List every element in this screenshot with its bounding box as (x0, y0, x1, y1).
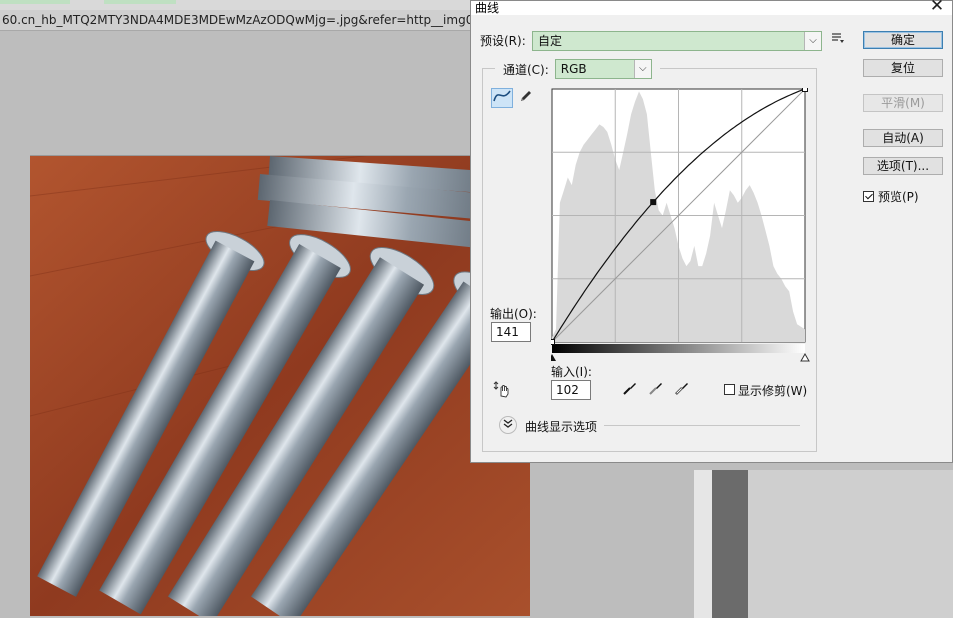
output-label: 输出(O): (490, 307, 537, 321)
options-divider (604, 425, 800, 426)
options-button[interactable]: 选项(T)... (863, 157, 943, 175)
auto-button[interactable]: 自动(A) (863, 129, 943, 147)
close-icon[interactable]: ✕ (926, 0, 948, 16)
curve-display-options-label[interactable]: 曲线显示选项 (525, 418, 597, 435)
gray-eyedropper-icon[interactable] (645, 380, 667, 400)
output-field[interactable]: 141 (491, 322, 531, 342)
preview-checkbox[interactable] (863, 191, 874, 202)
tab-strip-segment (0, 0, 70, 4)
preset-label: 预设(R): (480, 34, 526, 48)
hand-adjust-icon[interactable] (491, 379, 513, 399)
preview-label: 预览(P) (878, 190, 919, 204)
panel-divider (694, 470, 712, 618)
show-clipping-checkbox[interactable] (724, 384, 735, 395)
black-eyedropper-icon[interactable] (619, 380, 641, 400)
channel-label: 通道(C): (503, 62, 549, 77)
white-eyedropper-icon[interactable] (671, 380, 693, 400)
anchor-bolts-photo (30, 156, 530, 616)
channel-value: RGB (560, 62, 587, 76)
curve-point[interactable] (802, 86, 808, 92)
preset-select[interactable]: 自定 ⌵ (532, 31, 822, 51)
chevron-down-icon: ⌵ (804, 32, 821, 50)
curve-graph[interactable] (541, 86, 813, 373)
panel-scrollbar[interactable] (712, 470, 748, 618)
ok-button[interactable]: 确定 (863, 31, 943, 49)
preset-value: 自定 (538, 34, 563, 48)
curve-point-selected[interactable] (650, 199, 657, 206)
curve-tool-icon[interactable] (491, 88, 513, 108)
chevron-down-icon: ⌵ (633, 60, 651, 78)
tab-strip-segment (104, 0, 176, 4)
curves-dialog: 曲线 ✕ 预设(R): 自定 ⌵ 确定 复位 平滑(M) 自动(A) 选项(T)… (470, 0, 953, 463)
document-canvas-image (30, 155, 530, 616)
channel-row: 通道(C): RGB ⌵ (495, 59, 660, 79)
document-tab-title[interactable]: 60.cn_hb_MTQ2MTY3NDA4MDE3MDEwMzAzODQwMjg… (2, 13, 514, 27)
dialog-title: 曲线 (475, 1, 500, 15)
pencil-icon[interactable] (515, 88, 537, 108)
channel-select[interactable]: RGB ⌵ (554, 59, 652, 79)
panel-area (748, 470, 953, 618)
chevron-double-down-icon[interactable] (499, 416, 517, 434)
white-point-slider[interactable] (800, 352, 810, 362)
dialog-titlebar[interactable]: 曲线 ✕ (471, 0, 952, 16)
input-label: 输入(I): (551, 365, 592, 379)
input-field[interactable]: 102 (551, 380, 591, 400)
tab-strip (0, 0, 520, 10)
preset-menu-icon[interactable] (827, 31, 849, 51)
input-gradient-bar (552, 344, 805, 353)
curve-point[interactable] (549, 339, 555, 345)
smooth-button[interactable]: 平滑(M) (863, 94, 943, 112)
black-point-slider[interactable] (548, 354, 556, 361)
show-clipping-label: 显示修剪(W) (738, 384, 808, 398)
reset-button[interactable]: 复位 (863, 59, 943, 77)
